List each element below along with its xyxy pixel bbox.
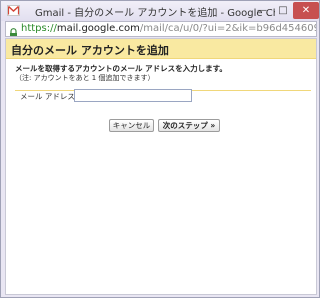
window-title: Gmail - 自分のメール アカウントを追加 - Google Chrome (35, 8, 275, 19)
minimize-button[interactable]: — (252, 2, 272, 19)
button-row: キャンセル 次のステップ » (6, 119, 316, 133)
instruction-block: メールを取得するアカウントのメール アドレスを入力します。 （注: アカウントを… (15, 60, 311, 91)
dialog-title: 自分のメール アカウントを追加 (11, 44, 169, 57)
email-label: メール アドレス: (20, 92, 78, 101)
browser-window: Gmail - 自分のメール アカウントを追加 - Google Chrome … (0, 0, 320, 298)
close-button[interactable]: ✕ (293, 2, 319, 19)
email-field[interactable] (74, 89, 192, 102)
address-bar[interactable]: https://mail.google.com/mail/ca/u/0/?ui=… (5, 21, 317, 37)
title-bar[interactable]: Gmail - 自分のメール アカウントを追加 - Google Chrome … (1, 1, 319, 21)
url-scheme: https:// (21, 23, 57, 34)
dialog-content: 自分のメール アカウントを追加 メールを取得するアカウントのメール アドレスを入… (5, 38, 317, 295)
account-note: （注: アカウントをあと 1 個追加できます） (15, 74, 155, 82)
maximize-button[interactable]: □ (273, 2, 293, 19)
lock-icon (9, 24, 18, 36)
url-path: /mail/ca/u/0/?ui=2&ik=b96d454609&view (139, 23, 317, 34)
url-text[interactable]: https://mail.google.com/mail/ca/u/0/?ui=… (21, 23, 317, 34)
dialog-header: 自分のメール アカウントを追加 (6, 39, 316, 59)
url-host: mail.google.com (56, 23, 140, 34)
cancel-button[interactable]: キャンセル (109, 119, 154, 132)
gmail-envelope-icon (7, 5, 20, 16)
next-step-button[interactable]: 次のステップ » (158, 119, 220, 132)
